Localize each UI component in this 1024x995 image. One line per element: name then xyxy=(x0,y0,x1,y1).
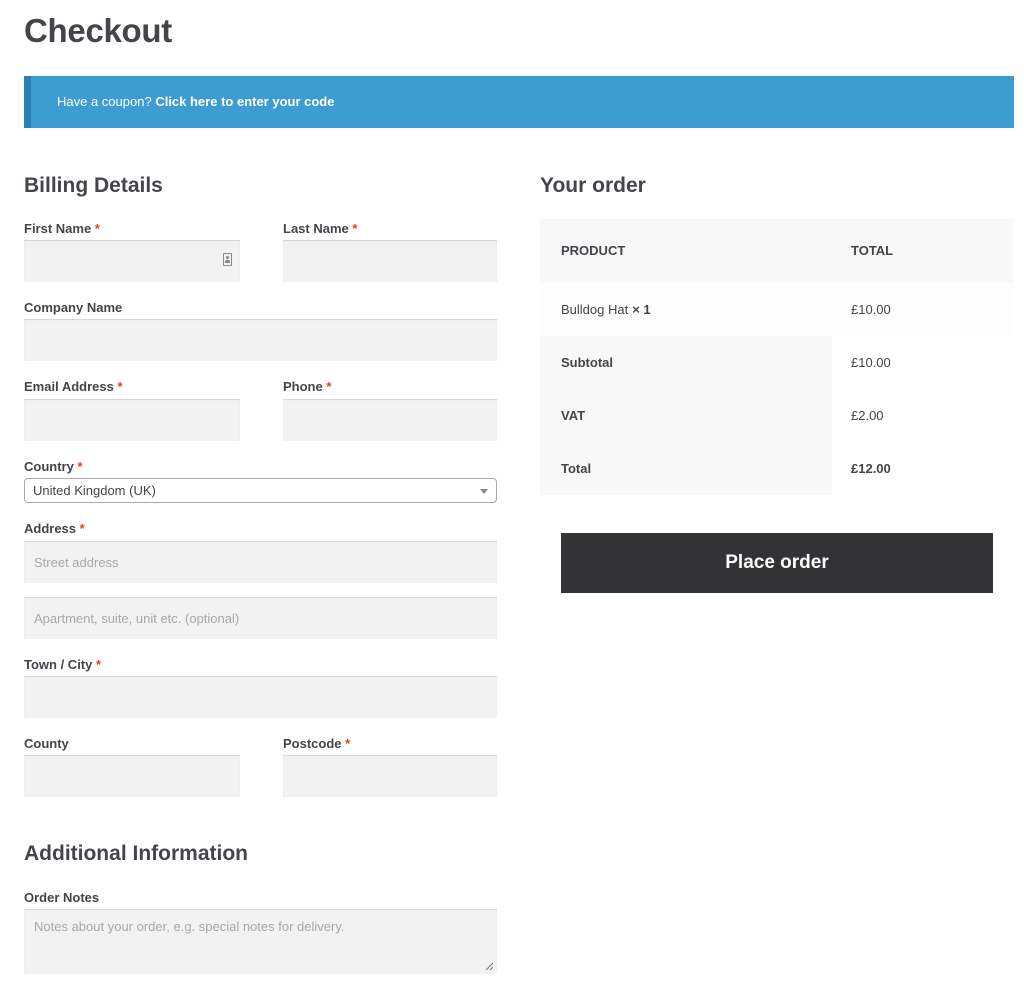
order-table-header: Product Total xyxy=(540,219,1013,282)
page-title: Checkout xyxy=(24,12,172,49)
product-quantity: × 1 xyxy=(632,301,651,317)
postcode-input[interactable] xyxy=(283,755,497,797)
subtotal-value: £10.00 xyxy=(832,336,1013,389)
product-column-header: Product xyxy=(561,243,626,258)
phone-input[interactable] xyxy=(283,399,497,441)
contact-card-icon[interactable] xyxy=(223,253,232,266)
additional-info-title: Additional Information xyxy=(24,842,248,865)
place-order-button[interactable]: Place order xyxy=(561,533,993,593)
product-total: £10.00 xyxy=(851,301,891,317)
street-address-input[interactable] xyxy=(24,541,497,583)
vat-row: VAT £2.00 xyxy=(540,389,1013,442)
your-order-title: Your order xyxy=(540,174,646,197)
county-input[interactable] xyxy=(24,755,240,797)
address-label: Address * xyxy=(24,521,85,536)
billing-title: Billing Details xyxy=(24,174,163,197)
coupon-link[interactable]: Click here to enter your code xyxy=(155,94,334,109)
resize-handle-icon[interactable] xyxy=(485,962,493,970)
product-name: Bulldog Hat xyxy=(561,301,629,317)
country-label: Country * xyxy=(24,459,83,474)
total-column-header: Total xyxy=(851,243,894,258)
order-notes-label: Order Notes xyxy=(24,890,100,905)
phone-label: Phone * xyxy=(283,379,332,394)
subtotal-label: Subtotal xyxy=(540,336,832,389)
total-value: £12.00 xyxy=(832,442,1013,495)
address-line-2-input[interactable] xyxy=(24,597,497,639)
last-name-label: Last Name * xyxy=(283,221,358,236)
country-select[interactable]: United Kingdom (UK) xyxy=(24,478,497,503)
chevron-down-icon xyxy=(480,489,488,494)
order-notes-textarea[interactable] xyxy=(24,909,497,974)
company-input[interactable] xyxy=(24,319,497,361)
city-label: Town / City * xyxy=(24,657,102,672)
country-select-value: United Kingdom (UK) xyxy=(33,483,156,498)
coupon-notice: Have a coupon? Click here to enter your … xyxy=(24,76,1014,128)
order-review-table: Product Total Bulldog Hat × 1 £10.00 Sub… xyxy=(540,219,1013,495)
county-label: County xyxy=(24,736,69,751)
city-input[interactable] xyxy=(24,676,497,718)
first-name-input[interactable] xyxy=(24,240,240,282)
last-name-input[interactable] xyxy=(283,240,497,282)
table-row: Bulldog Hat × 1 £10.00 xyxy=(540,282,1013,336)
company-label: Company Name xyxy=(24,300,123,315)
total-label: Total xyxy=(540,442,832,495)
first-name-label: First Name * xyxy=(24,221,100,236)
vat-value: £2.00 xyxy=(832,389,1013,442)
email-input[interactable] xyxy=(24,399,240,441)
vat-label: VAT xyxy=(540,389,832,442)
coupon-notice-text: Have a coupon? xyxy=(57,94,152,109)
total-row: Total £12.00 xyxy=(540,442,1013,495)
email-label: Email Address * xyxy=(24,379,123,394)
postcode-label: Postcode * xyxy=(283,736,351,751)
subtotal-row: Subtotal £10.00 xyxy=(540,336,1013,389)
